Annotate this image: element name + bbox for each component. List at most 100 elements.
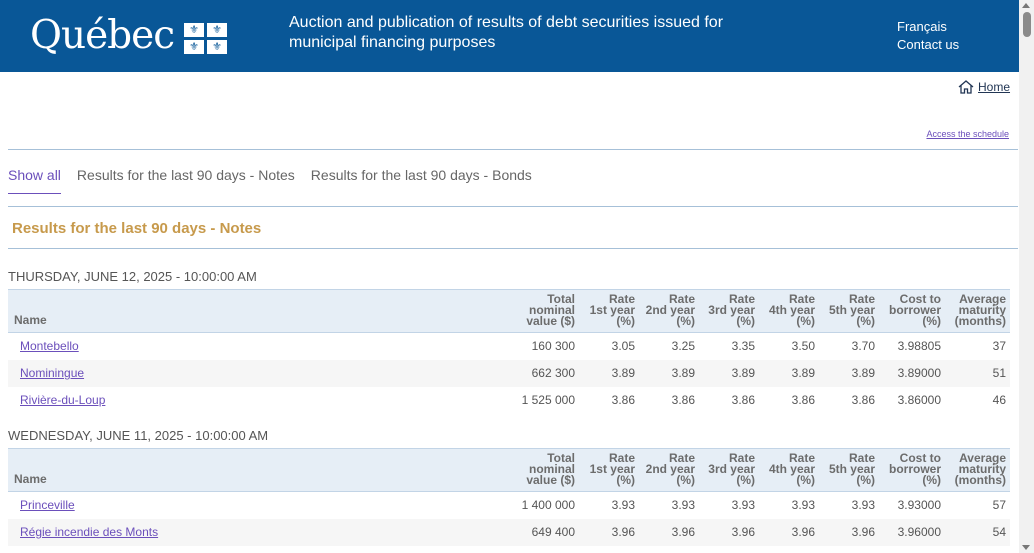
cell-total: 1 400 000 xyxy=(521,498,575,513)
fleurdelise-icon: ⚜ ⚜ ⚜ ⚜ xyxy=(184,22,228,54)
col-rate-2nd-year: Rate 2nd year (%) xyxy=(645,292,695,328)
cell-rate-2: 3.93 xyxy=(671,498,695,513)
logo-wordmark: Québec xyxy=(30,13,175,58)
cell-rate-5: 3.89 xyxy=(851,366,875,380)
tab-show-all[interactable]: Show all xyxy=(8,167,61,194)
cell-maturity: 51 xyxy=(992,366,1006,380)
cell-rate-1: 3.93 xyxy=(611,498,635,513)
tab-bonds-90-days[interactable]: Results for the last 90 days - Bonds xyxy=(311,167,532,194)
contact-us-link[interactable]: Contact us xyxy=(897,36,959,54)
col-rate-4th-year: Rate 4th year (%) xyxy=(768,292,815,328)
table-header-row: Name Total nominal value ($) Rate 1st year(… xyxy=(8,448,1010,492)
cell-total: 662 300 xyxy=(531,366,575,380)
cell-rate-2: 3.86 xyxy=(671,393,695,407)
col-rate-5th-year: Rate 5th year (%) xyxy=(828,451,875,487)
col-rate-2nd-year: Rate 2nd year (%) xyxy=(645,451,695,487)
cell-cost: 3.96000 xyxy=(897,525,941,539)
quebec-logo[interactable]: Québec ⚜ ⚜ ⚜ ⚜ xyxy=(30,12,228,60)
section-title: Results for the last 90 days - Notes xyxy=(12,220,262,237)
col-total-nominal-value: Total nominal value ($) xyxy=(526,292,575,328)
auction-date: WEDNESDAY, JUNE 11, 2025 - 10:00:00 AM xyxy=(8,428,269,443)
cell-rate-2: 3.96 xyxy=(671,525,695,539)
home-icon xyxy=(958,80,974,94)
col-rate-3rd-year: Rate 3rd year (%) xyxy=(708,451,755,487)
cell-rate-5: 3.93 xyxy=(851,498,875,513)
cell-rate-4: 3.96 xyxy=(791,525,815,539)
cell-maturity: 37 xyxy=(992,339,1006,354)
table-row: Nominingue 662 300 3.89 3.89 3.89 3.89 3… xyxy=(8,359,1010,387)
site-title: Auction and publication of results of de… xyxy=(289,14,724,51)
cell-rate-1: 3.86 xyxy=(611,393,635,407)
col-rate-1st-year: Rate 1st year (%) xyxy=(589,451,635,487)
cell-cost: 3.93000 xyxy=(897,498,941,513)
home-link[interactable]: Home xyxy=(958,80,1010,94)
cell-cost: 3.89000 xyxy=(897,366,941,380)
col-name: Name xyxy=(14,313,47,327)
scrollbar-thumb[interactable] xyxy=(1023,12,1031,37)
municipality-link[interactable]: Nominingue xyxy=(20,366,84,380)
results-table: Name Total nominal value ($) Rate 1st year(… xyxy=(8,448,1010,546)
divider xyxy=(8,149,1018,150)
cell-total: 649 400 xyxy=(531,525,575,539)
col-cost-to-borrower: Cost to borrower (%) xyxy=(888,292,941,328)
cell-cost: 3.98805 xyxy=(897,339,941,354)
site-header: Québec ⚜ ⚜ ⚜ ⚜ Auction and publication o… xyxy=(0,0,1019,72)
fleur-de-lis-icon: ⚜ xyxy=(207,39,228,54)
table-header-row: Name Total nominal value ($) Rate 1st year(… xyxy=(8,289,1010,333)
scroll-up-icon[interactable] xyxy=(1022,3,1030,8)
table-row: Princeville 1 400 000 3.93 3.93 3.93 3.9… xyxy=(8,491,1010,519)
municipality-link[interactable]: Régie incendie des Monts xyxy=(20,525,158,539)
table-row: Rivière-du-Loup 1 525 000 3.86 3.86 3.86… xyxy=(8,386,1010,414)
municipality-link[interactable]: Rivière-du-Loup xyxy=(20,393,105,407)
access-schedule-link[interactable]: Access the schedule xyxy=(926,129,1009,139)
cell-rate-1: 3.05 xyxy=(611,339,635,354)
cell-rate-3: 3.89 xyxy=(731,366,755,380)
col-average-maturity: Average maturity (months) xyxy=(954,292,1006,328)
language-link[interactable]: Français xyxy=(897,18,959,36)
col-average-maturity: Average maturity (months) xyxy=(954,451,1006,487)
fleur-de-lis-icon: ⚜ xyxy=(184,22,205,37)
results-tabs: Show all Results for the last 90 days - … xyxy=(8,167,548,194)
cell-rate-1: 3.89 xyxy=(611,366,635,380)
cell-cost: 3.86000 xyxy=(897,393,941,407)
cell-rate-1: 3.96 xyxy=(611,525,635,539)
cell-rate-4: 3.86 xyxy=(791,393,815,407)
cell-rate-4: 3.89 xyxy=(791,366,815,380)
cell-maturity: 46 xyxy=(992,393,1006,407)
cell-rate-2: 3.89 xyxy=(671,366,695,380)
cell-rate-2: 3.25 xyxy=(671,339,695,354)
fleur-de-lis-icon: ⚜ xyxy=(184,39,205,54)
cell-rate-3: 3.35 xyxy=(731,339,755,354)
results-table: Name Total nominal value ($) Rate 1st year(… xyxy=(8,289,1010,414)
header-links: Français Contact us xyxy=(897,18,959,54)
col-total-nominal-value: Total nominal value ($) xyxy=(526,451,575,487)
cell-rate-4: 3.50 xyxy=(791,339,815,354)
divider xyxy=(8,248,1018,249)
col-rate-1st-year: Rate 1st year (%) xyxy=(589,292,635,328)
auction-day: THURSDAY, JUNE 12, 2025 - 10:00:00 AM Na… xyxy=(8,268,1010,414)
municipality-link[interactable]: Montebello xyxy=(20,339,79,353)
col-name: Name xyxy=(14,472,47,486)
cell-rate-3: 3.86 xyxy=(731,393,755,407)
col-cost-to-borrower: Cost to borrower (%) xyxy=(888,451,941,487)
municipality-link[interactable]: Princeville xyxy=(20,498,75,512)
auction-day: WEDNESDAY, JUNE 11, 2025 - 10:00:00 AM N… xyxy=(8,427,1010,546)
divider xyxy=(8,206,1018,207)
tab-notes-90-days[interactable]: Results for the last 90 days - Notes xyxy=(77,167,295,194)
cell-rate-5: 3.86 xyxy=(851,393,875,407)
auction-date: THURSDAY, JUNE 12, 2025 - 10:00:00 AM xyxy=(8,269,257,284)
cell-rate-4: 3.93 xyxy=(791,498,815,513)
cell-maturity: 54 xyxy=(992,525,1006,539)
table-row: Montebello 160 300 3.05 3.25 3.35 3.50 3… xyxy=(8,332,1010,360)
cell-total: 160 300 xyxy=(531,339,575,354)
scroll-down-icon[interactable] xyxy=(1022,545,1030,550)
col-rate-5th-year: Rate 5th year (%) xyxy=(828,292,875,328)
col-rate-3rd-year: Rate 3rd year (%) xyxy=(708,292,755,328)
home-label: Home xyxy=(978,80,1011,94)
col-rate-4th-year: Rate 4th year (%) xyxy=(768,451,815,487)
cell-rate-5: 3.70 xyxy=(851,339,875,354)
cell-rate-5: 3.96 xyxy=(851,525,875,539)
fleur-de-lis-icon: ⚜ xyxy=(207,22,228,37)
vertical-scrollbar[interactable] xyxy=(1019,0,1034,553)
cell-rate-3: 3.96 xyxy=(731,525,755,539)
